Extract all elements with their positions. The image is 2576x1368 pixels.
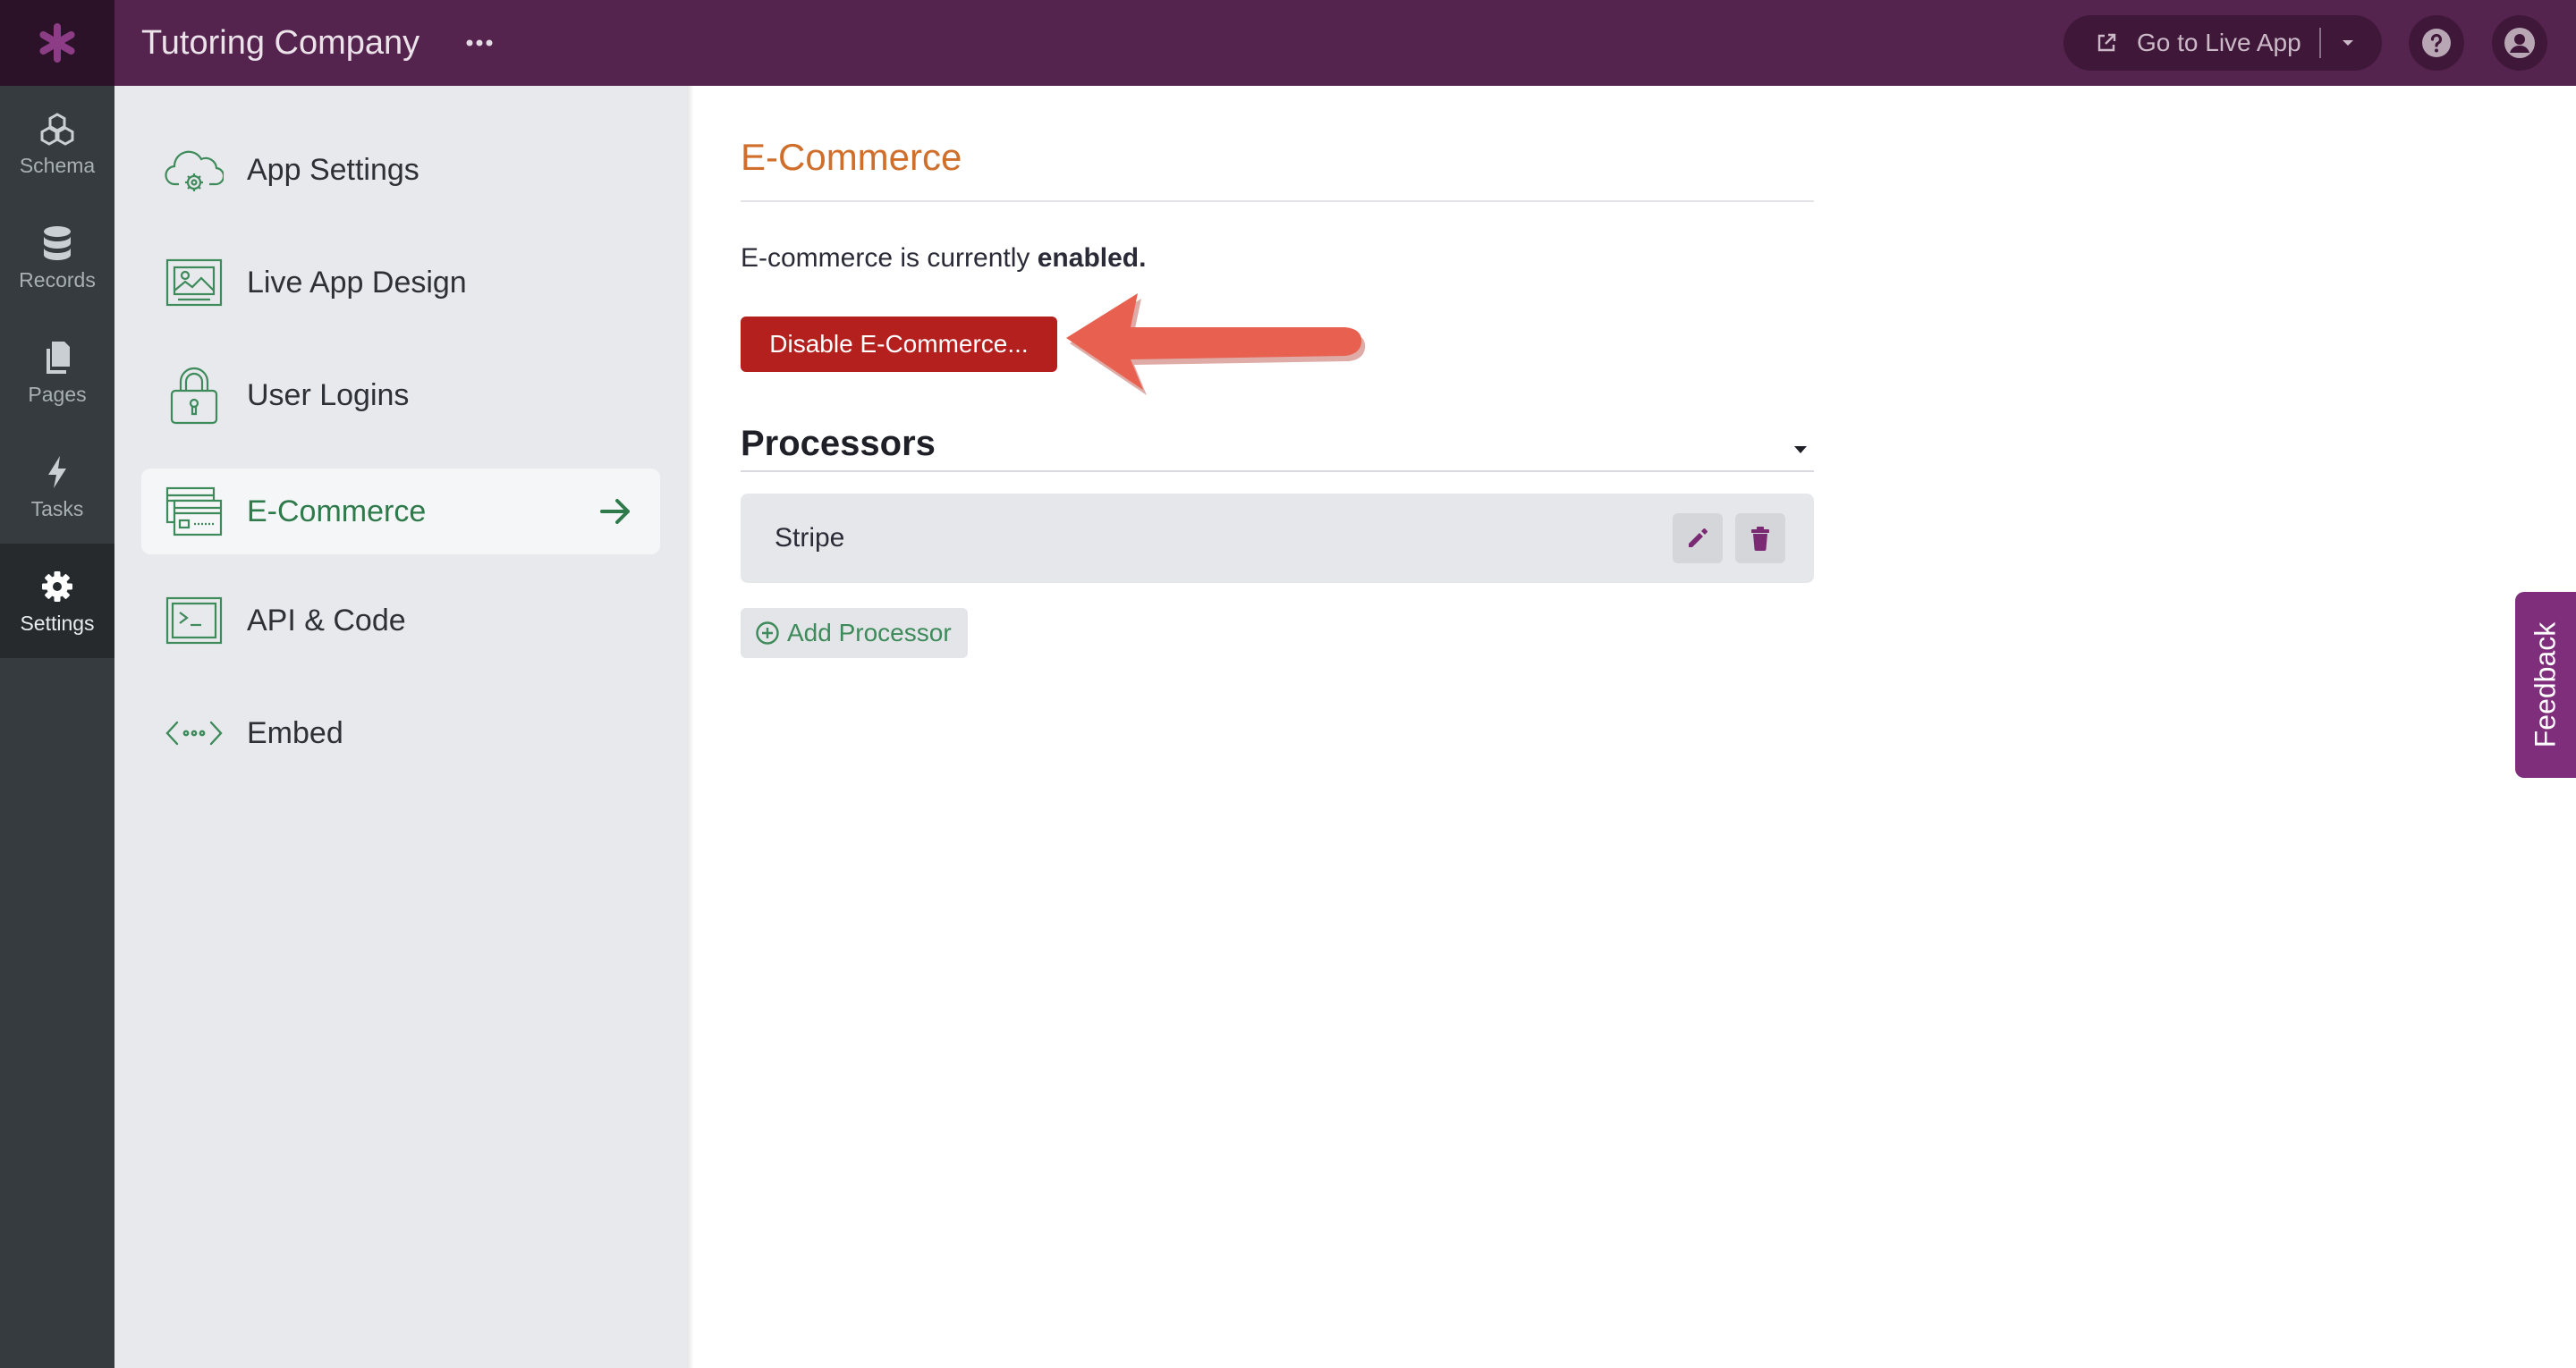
app-title: Tutoring Company	[141, 24, 420, 62]
feedback-tab[interactable]: Feedback	[2515, 592, 2576, 778]
plus-circle-icon	[755, 621, 780, 646]
user-circle-icon	[2504, 28, 2535, 58]
settings-item-live-app-design[interactable]: Live App Design	[141, 240, 660, 325]
settings-item-label: Live App Design	[247, 265, 467, 300]
button-divider	[2318, 28, 2321, 58]
settings-item-app-settings[interactable]: App Settings	[141, 127, 660, 213]
page-title: E-Commerce	[741, 136, 962, 178]
processors-divider	[741, 470, 1814, 472]
ellipsis-icon	[466, 39, 493, 46]
terminal-icon	[163, 589, 225, 652]
settings-item-label: E-Commerce	[247, 494, 427, 528]
disable-ecommerce-button[interactable]: Disable E-Commerce...	[741, 317, 1057, 372]
settings-item-label: API & Code	[247, 603, 406, 638]
main-content: E-Commerce E-commerce is currently enabl…	[694, 86, 2576, 1368]
menu-divider-shadow	[687, 86, 694, 1368]
title-divider	[741, 200, 1814, 202]
asterisk-logo-icon	[39, 23, 75, 63]
rail-label: Settings	[20, 611, 95, 635]
processors-heading: Processors	[741, 424, 936, 463]
settings-item-label: App Settings	[247, 152, 419, 187]
go-to-live-app-label: Go to Live App	[2137, 29, 2301, 56]
chevron-down-icon[interactable]	[1792, 443, 1809, 460]
rail-item-settings[interactable]: Settings	[0, 544, 114, 658]
settings-item-e-commerce[interactable]: E-Commerce	[141, 469, 660, 554]
annotation-arrow	[1057, 293, 1379, 405]
trash-icon	[1751, 527, 1769, 551]
question-circle-icon	[2422, 29, 2451, 57]
help-button[interactable]	[2409, 15, 2464, 71]
rail-label: Records	[19, 267, 96, 291]
arrow-right-icon	[597, 494, 633, 534]
chevron-down-icon[interactable]	[2341, 38, 2355, 47]
edit-processor-button[interactable]	[1673, 513, 1723, 563]
database-icon	[42, 224, 72, 263]
settings-menu: App Settings Live App Design User Logins	[114, 86, 687, 1368]
settings-item-label: Embed	[247, 715, 343, 750]
rail-item-records[interactable]: Records	[0, 200, 114, 315]
processor-name: Stripe	[775, 523, 845, 553]
schema-icon	[39, 109, 75, 148]
settings-item-api-code[interactable]: API & Code	[141, 578, 660, 663]
settings-item-user-logins[interactable]: User Logins	[141, 352, 660, 438]
go-to-live-app-button[interactable]: Go to Live App	[2063, 15, 2382, 71]
pencil-icon	[1689, 528, 1707, 547]
external-link-icon	[2096, 32, 2117, 54]
pages-icon	[43, 338, 72, 377]
rail-label: Tasks	[30, 496, 84, 520]
rail-label: Pages	[28, 382, 87, 406]
rail-item-pages[interactable]: Pages	[0, 315, 114, 429]
lightning-icon	[46, 452, 69, 492]
credit-card-icon	[163, 480, 225, 543]
embed-code-icon	[163, 702, 225, 764]
account-button[interactable]	[2492, 15, 2547, 71]
status-value: enabled.	[1037, 243, 1147, 273]
delete-processor-button[interactable]	[1735, 513, 1785, 563]
rail-item-tasks[interactable]: Tasks	[0, 429, 114, 544]
gear-icon	[40, 567, 74, 606]
cloud-gear-icon	[163, 139, 225, 201]
top-bar: Tutoring Company Go to Live App	[0, 0, 2576, 86]
ecommerce-status: E-commerce is currently enabled.	[741, 243, 1146, 274]
lock-icon	[163, 364, 225, 426]
status-prefix: E-commerce is currently	[741, 243, 1030, 273]
processor-row: Stripe	[741, 494, 1814, 583]
add-processor-button[interactable]: Add Processor	[741, 608, 968, 658]
app-logo[interactable]	[0, 0, 114, 86]
more-options-button[interactable]	[460, 25, 499, 61]
settings-item-embed[interactable]: Embed	[141, 690, 660, 776]
image-frame-icon	[163, 251, 225, 314]
feedback-label: Feedback	[2529, 621, 2562, 748]
rail-item-schema[interactable]: Schema	[0, 86, 114, 200]
rail-label: Schema	[19, 153, 96, 177]
add-processor-label: Add Processor	[787, 619, 952, 646]
primary-nav-rail: Schema Records Pages Tasks Settings	[0, 86, 114, 1368]
settings-item-label: User Logins	[247, 377, 410, 412]
